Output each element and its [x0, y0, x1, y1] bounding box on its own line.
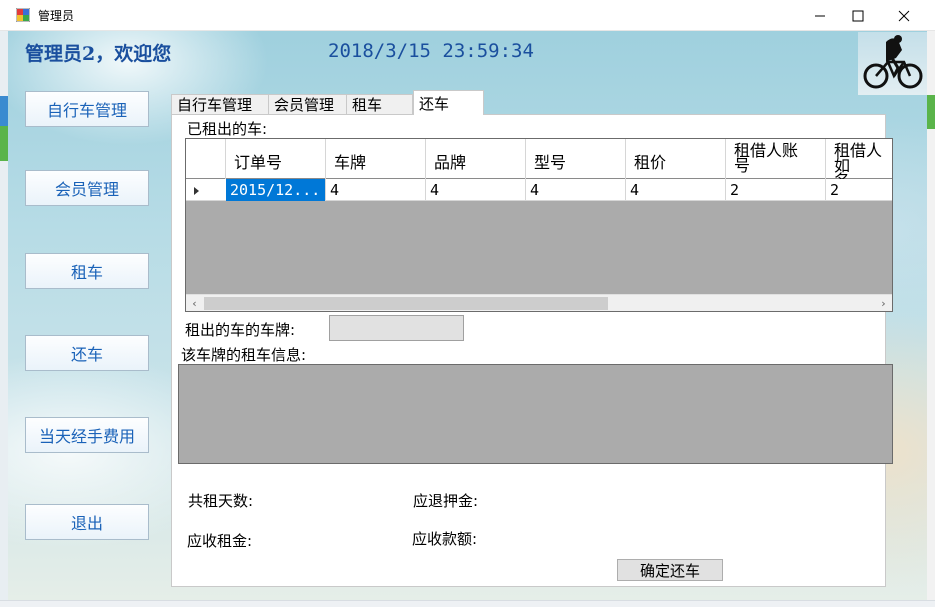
grid-header: 订单号 车牌 品牌 型号 租价 租借人账 号 租借人如 名 [186, 139, 892, 201]
tab-rent[interactable]: 租车 [346, 94, 413, 114]
cell-plate[interactable]: 4 [326, 179, 426, 201]
maximize-icon [852, 10, 864, 21]
rental-info-box[interactable] [178, 364, 893, 464]
sidebar-rent-button[interactable]: 租车 [25, 253, 149, 289]
column-header-plate[interactable]: 车牌 [326, 139, 426, 179]
rented-plate-input[interactable] [329, 315, 464, 341]
column-header-renter-name[interactable]: 租借人如 名 [826, 139, 892, 180]
rented-plate-label: 租出的车的车牌: [185, 321, 296, 339]
sidebar-daily-fees-button[interactable]: 当天经手费用 [25, 417, 149, 453]
rented-bikes-label: 已租出的车: [187, 120, 268, 138]
rental-info-label: 该车牌的租车信息: [181, 346, 307, 364]
background-window-edge [0, 31, 8, 605]
rented-bikes-grid[interactable]: 订单号 车牌 品牌 型号 租价 租借人账 号 租借人如 名 2015/12...… [185, 138, 893, 312]
admin-window-client: 管理员2，欢迎您 2018/3/15 23:59:34 自行车管理 会员管理 租… [8, 31, 927, 605]
cell-renter-account[interactable]: 2 [726, 179, 826, 201]
window-title: 管理员 [38, 9, 75, 23]
column-header-renter-account[interactable]: 租借人账 号 [726, 139, 826, 179]
column-header-brand[interactable]: 品牌 [426, 139, 526, 179]
close-icon [898, 10, 910, 21]
table-row[interactable]: 2015/12... 4 4 4 4 2 2 [186, 179, 892, 201]
total-days-label: 共租天数: [188, 492, 254, 510]
scroll-left-icon[interactable]: ‹ [186, 295, 203, 311]
column-header-order-no[interactable]: 订单号 [226, 139, 326, 179]
tab-bike-management[interactable]: 自行车管理 [171, 94, 269, 114]
cell-rent-price[interactable]: 4 [626, 179, 726, 201]
minimize-icon [815, 15, 825, 16]
cell-renter-name[interactable]: 2 [826, 179, 892, 201]
cell-model[interactable]: 4 [526, 179, 626, 201]
amount-due-label: 应收款额: [412, 530, 478, 548]
background-window-edge-right [927, 31, 935, 605]
app-icon [16, 8, 30, 22]
tab-member-management[interactable]: 会员管理 [268, 94, 347, 114]
cyclist-icon [863, 35, 923, 89]
column-header-rent-price[interactable]: 租价 [626, 139, 726, 179]
sidebar-return-button[interactable]: 还车 [25, 335, 149, 371]
grid-horizontal-scrollbar[interactable]: ‹ › [186, 294, 892, 311]
rent-due-label: 应收租金: [187, 532, 253, 550]
window-bottom-edge [0, 600, 935, 607]
return-panel: 已租出的车: 订单号 车牌 品牌 型号 租价 租借人账 号 租借人如 名 201… [171, 114, 893, 587]
cyclist-logo [858, 32, 927, 95]
current-row-icon [194, 187, 199, 195]
column-header-model[interactable]: 型号 [526, 139, 626, 179]
tab-return[interactable]: 还车 [413, 90, 484, 115]
sidebar-member-management-button[interactable]: 会员管理 [25, 170, 149, 206]
datetime-display: 2018/3/15 23:59:34 [328, 40, 534, 62]
scroll-right-icon[interactable]: › [875, 295, 892, 311]
confirm-return-button[interactable]: 确定还车 [617, 559, 723, 581]
cell-order-no[interactable]: 2015/12... [226, 179, 326, 201]
deposit-refund-label: 应退押金: [413, 492, 479, 510]
close-button[interactable] [881, 0, 927, 31]
welcome-text: 管理员2，欢迎您 [25, 43, 172, 65]
cell-brand[interactable]: 4 [426, 179, 526, 201]
scroll-thumb[interactable] [204, 297, 608, 310]
sidebar-bike-management-button[interactable]: 自行车管理 [25, 91, 149, 127]
sidebar-exit-button[interactable]: 退出 [25, 504, 149, 540]
window-titlebar: 管理员 [0, 0, 935, 31]
maximize-button[interactable] [835, 0, 881, 31]
